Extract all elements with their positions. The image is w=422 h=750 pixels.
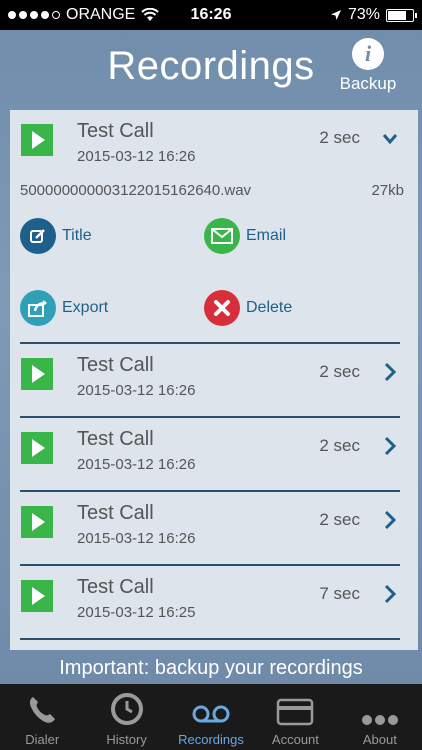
title-action[interactable]: Title <box>20 218 92 254</box>
title-action-label: Title <box>62 227 92 244</box>
recording-row[interactable]: Test Call 2015-03-12 16:25 7 sec <box>10 566 418 640</box>
play-icon <box>32 131 45 149</box>
envelope-icon <box>204 218 240 254</box>
tab-label: History <box>106 732 147 747</box>
recording-title: Test Call <box>77 120 154 142</box>
play-button[interactable] <box>21 580 53 612</box>
tab-dialer[interactable]: Dialer <box>0 684 84 750</box>
chevron-right-icon[interactable] <box>382 584 398 604</box>
location-arrow-icon <box>330 10 341 20</box>
status-bar: ORANGE 16:26 73% <box>0 0 422 30</box>
play-button[interactable] <box>21 506 53 538</box>
delete-action-label: Delete <box>246 299 293 316</box>
recording-date: 2015-03-12 16:26 <box>77 382 196 399</box>
recording-duration: 2 sec <box>319 362 360 381</box>
voicemail-icon <box>192 705 230 723</box>
battery-icon <box>386 8 417 22</box>
tab-recordings[interactable]: Recordings <box>169 684 253 750</box>
play-button[interactable] <box>21 432 53 464</box>
header: Recordings i Backup <box>0 30 422 108</box>
chevron-right-icon[interactable] <box>382 436 398 456</box>
play-icon <box>32 365 45 383</box>
recording-row[interactable]: Test Call 2015-03-12 16:26 2 sec <box>10 344 418 418</box>
signal-dots-icon <box>8 11 60 19</box>
recording-date: 2015-03-12 16:26 <box>77 148 196 165</box>
wifi-icon <box>141 8 160 21</box>
recording-date: 2015-03-12 16:25 <box>77 604 196 621</box>
play-icon <box>32 513 45 531</box>
backup-reminder-banner: Important: backup your recordings <box>59 657 363 679</box>
recording-duration: 2 sec <box>319 436 360 455</box>
more-dots-icon <box>361 715 398 725</box>
recording-title: Test Call <box>77 354 154 376</box>
backup-label: Backup <box>339 74 397 93</box>
recording-row-expanded[interactable]: Test Call 2015-03-12 16:26 2 sec 5000000… <box>10 110 418 344</box>
recording-date: 2015-03-12 16:26 <box>77 456 196 473</box>
play-button[interactable] <box>21 124 53 156</box>
clock-icon <box>110 693 143 725</box>
credit-card-icon <box>277 698 314 726</box>
share-icon <box>20 290 56 326</box>
recording-duration: 2 sec <box>319 128 360 147</box>
tab-label: Recordings <box>178 732 244 747</box>
play-button[interactable] <box>21 358 53 390</box>
email-action[interactable]: Email <box>204 218 286 254</box>
phone-icon <box>30 697 56 723</box>
delete-action[interactable]: Delete <box>204 290 292 326</box>
chevron-right-icon[interactable] <box>382 362 398 382</box>
export-action[interactable]: Export <box>20 290 108 326</box>
tab-label: Account <box>271 732 319 747</box>
play-icon <box>32 587 45 605</box>
file-size: 27kb <box>371 182 404 199</box>
tab-account[interactable]: Account <box>253 684 337 750</box>
email-action-label: Email <box>246 227 287 244</box>
clock-time: 16:26 <box>190 6 232 23</box>
chevron-right-icon[interactable] <box>382 510 398 530</box>
tab-history[interactable]: History <box>84 684 168 750</box>
tab-label: About <box>362 732 397 747</box>
recording-title: Test Call <box>77 502 154 524</box>
edit-icon <box>20 218 56 254</box>
backup-button[interactable]: i Backup <box>334 38 402 94</box>
carrier-label: ORANGE <box>66 6 136 23</box>
recording-row[interactable]: Test Call 2015-03-12 16:26 2 sec <box>10 492 418 566</box>
chevron-down-icon[interactable] <box>382 130 398 150</box>
recording-duration: 2 sec <box>319 510 360 529</box>
recording-date: 2015-03-12 16:26 <box>77 530 196 547</box>
tab-bar: Dialer History Recordings Account About <box>0 684 422 750</box>
battery-percent: 73% <box>347 6 380 23</box>
recordings-list: Test Call 2015-03-12 16:26 2 sec 5000000… <box>10 110 418 650</box>
recording-row[interactable]: Test Call 2015-03-12 16:26 2 sec <box>10 418 418 492</box>
play-icon <box>32 439 45 457</box>
delete-x-icon <box>204 290 240 326</box>
file-name: 500000000003122015162640.wav <box>20 182 252 199</box>
tab-about[interactable]: About <box>338 684 422 750</box>
tab-label: Dialer <box>25 732 60 747</box>
recording-duration: 7 sec <box>319 584 360 603</box>
export-action-label: Export <box>62 299 109 316</box>
row-divider <box>20 638 400 640</box>
recording-title: Test Call <box>77 576 154 598</box>
info-icon: i <box>352 38 384 70</box>
recording-title: Test Call <box>77 428 154 450</box>
